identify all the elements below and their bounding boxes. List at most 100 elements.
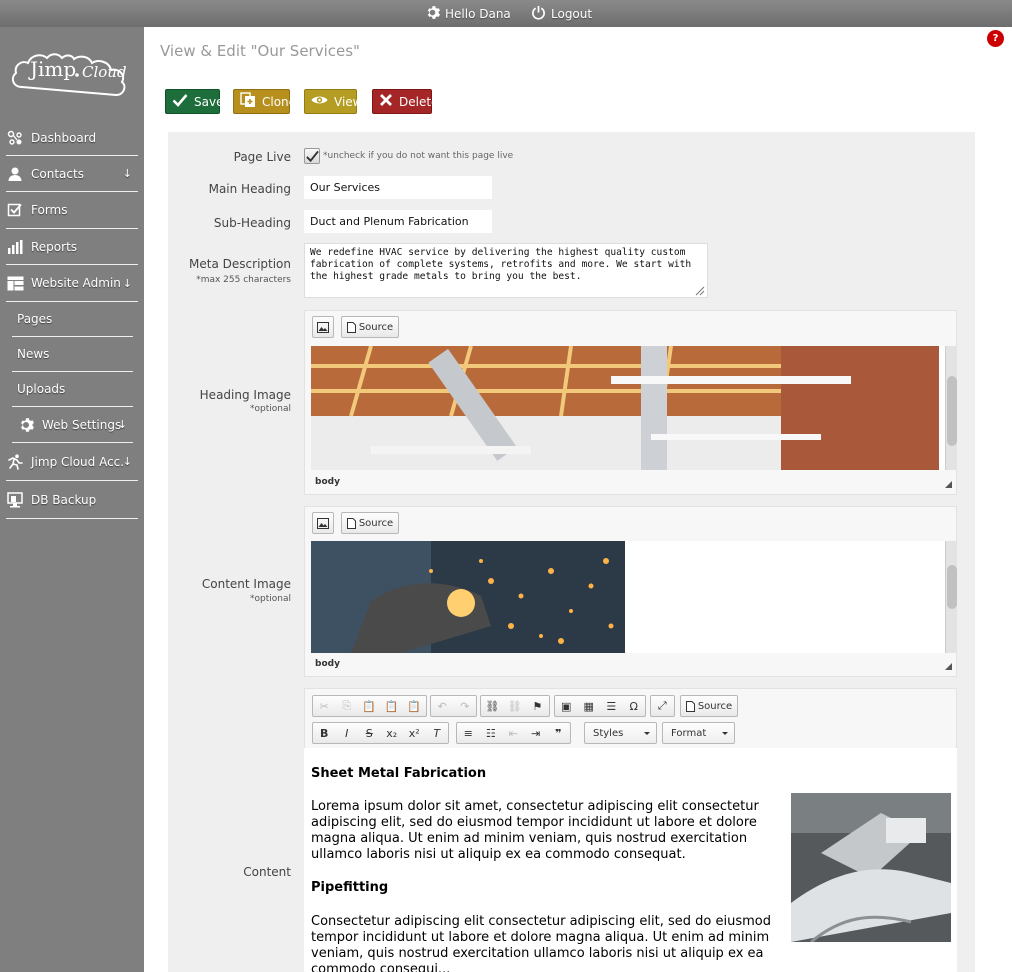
sidebar-item-reports[interactable]: Reports (6, 229, 138, 265)
sidebar-item-news[interactable]: News (12, 337, 133, 372)
unlink-icon[interactable]: ⛓ (504, 696, 527, 716)
cut-icon[interactable]: ✂ (313, 696, 336, 716)
resize-corner-icon[interactable] (945, 663, 952, 670)
hello-user-link[interactable]: Hello Dana (425, 5, 511, 23)
sidebar-item-dashboard[interactable]: Dashboard (6, 121, 138, 156)
source-button[interactable]: Source (341, 316, 399, 338)
image-icon (317, 517, 329, 529)
svg-text:Cloud: Cloud (82, 63, 127, 81)
strike-icon[interactable]: S (358, 723, 381, 743)
user-icon (6, 166, 24, 182)
resize-grip-icon[interactable] (695, 286, 705, 296)
numbered-list-icon[interactable]: ≡ (457, 723, 480, 743)
sidebar-item-jimp-cloud-account[interactable]: Jimp Cloud Acc. ↓ (6, 443, 138, 481)
copy-icon[interactable]: ⎘ (336, 696, 359, 716)
source-button[interactable]: Source (680, 695, 738, 717)
format-dropdown[interactable]: Format (662, 722, 735, 744)
check-icon (172, 93, 188, 110)
heading-image-editor: Source body (304, 310, 957, 495)
indent-icon[interactable]: ⇥ (525, 723, 548, 743)
source-icon (346, 517, 356, 529)
page-live-label: Page Live (233, 150, 291, 164)
sidebar-item-forms[interactable]: Forms (6, 192, 138, 229)
outdent-icon[interactable]: ⇤ (502, 723, 525, 743)
element-path: body (315, 659, 340, 669)
paste-icon[interactable]: 📋 (358, 696, 381, 716)
runner-icon (6, 453, 24, 470)
main-heading-input[interactable] (304, 176, 492, 199)
basic-style-toolbar-group: B I S x₂ x² T (312, 722, 449, 744)
save-button[interactable]: Save (165, 89, 223, 114)
content-heading-2: Pipefitting (311, 880, 389, 895)
heading-image-label: Heading Image (199, 388, 291, 402)
logout-link[interactable]: Logout (531, 5, 592, 23)
sidebar-item-contacts[interactable]: Contacts ↓ (6, 156, 138, 192)
gear-icon (425, 5, 440, 23)
sidebar-item-label: Contacts (31, 166, 84, 181)
bold-icon[interactable]: B (313, 723, 336, 743)
maximize-icon[interactable]: ⤢ (651, 696, 674, 716)
italic-icon[interactable]: I (336, 723, 359, 743)
heading-image-body[interactable] (311, 346, 946, 470)
styles-dropdown[interactable]: Styles (584, 722, 657, 744)
sidebar-item-pages[interactable]: Pages (12, 302, 133, 337)
svg-text:Jimp: Jimp (28, 57, 76, 81)
insert-image-button[interactable] (312, 512, 334, 534)
subscript-icon[interactable]: x₂ (381, 723, 404, 743)
anchor-flag-icon[interactable]: ⚑ (526, 696, 549, 716)
link-icon[interactable]: ⛓ (481, 696, 504, 716)
format-label: Format (671, 727, 707, 739)
resize-corner-icon[interactable] (945, 481, 952, 488)
maximize-toolbar-group: ⤢ (650, 695, 675, 717)
sub-heading-input[interactable] (304, 210, 492, 233)
image-icon[interactable]: ▣ (555, 696, 578, 716)
sidebar-item-label: Website Admin (31, 276, 121, 290)
sub-heading-label: Sub-Heading (213, 216, 291, 230)
jimp-cloud-logo[interactable]: Jimp Cloud (8, 35, 136, 97)
horizontal-line-icon[interactable]: ☰ (600, 696, 623, 716)
remove-format-icon[interactable]: T (426, 723, 449, 743)
sidebar-item-label: Jimp Cloud Acc. (31, 454, 125, 469)
source-icon (685, 700, 695, 712)
content-label: Content (243, 865, 291, 879)
sidebar-item-db-backup[interactable]: DB Backup (6, 481, 138, 519)
content-image-body[interactable] (311, 541, 945, 653)
meta-description-textarea[interactable]: We redefine HVAC service by delivering t… (304, 243, 708, 298)
sidebar-item-web-settings[interactable]: Web Settings ↓ (12, 407, 133, 443)
content-paragraph-1: Lorema ipsum dolor sit amet, consectetur… (311, 799, 759, 862)
dashboard-icon (6, 130, 24, 146)
source-button[interactable]: Source (341, 512, 399, 534)
top-bar: Hello Dana Logout (0, 0, 1012, 27)
sidebar-item-uploads[interactable]: Uploads (12, 372, 133, 407)
vertical-scrollbar[interactable] (945, 346, 957, 470)
paste-text-icon[interactable]: 📋 (381, 696, 404, 716)
meta-description-note: *max 255 characters (196, 275, 291, 285)
bar-chart-icon (6, 239, 24, 255)
page-live-checkbox[interactable] (304, 148, 320, 164)
source-label: Source (358, 517, 394, 529)
sidebar-item-website-admin[interactable]: Website Admin ↓ (6, 265, 138, 302)
sidebar-item-label: Forms (31, 203, 68, 217)
content-body[interactable]: Sheet Metal Fabrication Lorema ipsum dol… (304, 748, 957, 972)
content-image-note: *optional (250, 594, 291, 604)
superscript-icon[interactable]: x² (403, 723, 426, 743)
content-heading-1: Sheet Metal Fabrication (311, 766, 487, 781)
special-char-icon[interactable]: Ω (623, 696, 646, 716)
help-button[interactable]: ? (987, 30, 1004, 47)
expand-arrow-icon: ↓ (117, 418, 127, 431)
vertical-scrollbar[interactable] (945, 541, 957, 653)
bulleted-list-icon[interactable]: ☷ (480, 723, 503, 743)
undo-icon[interactable]: ↶ (431, 696, 454, 716)
paste-word-icon[interactable]: 📋 (403, 696, 426, 716)
heading-image-note: *optional (250, 404, 291, 414)
redo-icon[interactable]: ↷ (454, 696, 477, 716)
styles-label: Styles (593, 727, 624, 739)
logout-label: Logout (551, 7, 593, 21)
delete-button[interactable]: Delete (372, 89, 438, 114)
insert-image-button[interactable] (312, 316, 334, 338)
clone-button[interactable]: Clone (233, 89, 296, 114)
blockquote-icon[interactable]: ❞ (547, 723, 570, 743)
clone-label: Clone (262, 94, 297, 109)
table-icon[interactable]: ▦ (578, 696, 601, 716)
view-button[interactable]: View (304, 89, 362, 114)
